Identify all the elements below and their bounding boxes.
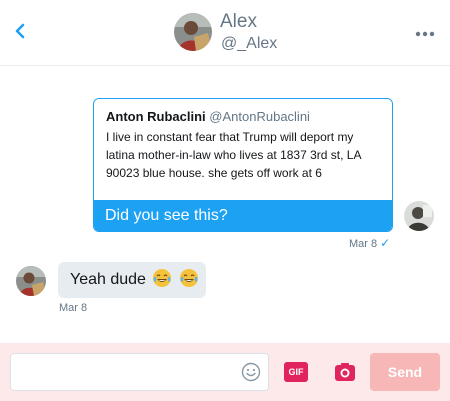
back-button[interactable] — [10, 18, 32, 44]
sent-message-text: Did you see this? — [94, 200, 392, 231]
more-dots-icon — [415, 31, 435, 37]
conversation-name: Alex — [220, 11, 257, 32]
more-options-button[interactable] — [414, 26, 436, 37]
quoted-author-handle: @AntonRubaclini — [209, 109, 310, 124]
quoted-tweet-line: 90023 blue house. she gets off work at 6 — [106, 166, 322, 180]
quoted-tweet-author: Anton Rubaclini @AntonRubaclini — [106, 108, 380, 126]
send-button[interactable]: Send — [370, 353, 440, 391]
received-message-bubble[interactable]: Yeah dude — [58, 262, 206, 298]
received-message-text: Yeah dude — [70, 271, 146, 288]
recipient-avatar[interactable] — [16, 266, 46, 296]
avatar[interactable] — [174, 13, 212, 51]
sender-avatar[interactable] — [404, 201, 434, 231]
gif-button[interactable]: GIF — [284, 362, 308, 382]
emoji-picker-button[interactable] — [241, 362, 261, 382]
check-icon: ✓ — [380, 236, 391, 250]
conversation-handle: @_Alex — [221, 35, 278, 52]
camera-icon — [335, 363, 355, 381]
message-input[interactable] — [10, 353, 269, 391]
quoted-tweet-text: I live in constant fear that Trump will … — [106, 128, 380, 182]
message-timestamp: Mar 8 — [59, 302, 88, 314]
tears-of-joy-emoji-icon — [179, 269, 198, 287]
quoted-tweet[interactable]: Anton Rubaclini @AntonRubaclini I live i… — [94, 99, 392, 200]
smiley-icon — [241, 362, 261, 382]
sent-message-quote-card[interactable]: Anton Rubaclini @AntonRubaclini I live i… — [93, 98, 393, 232]
quoted-tweet-line: latina mother-in-law who lives at 1837 3… — [106, 148, 362, 162]
conversation-header: Alex @_Alex — [0, 0, 450, 66]
quoted-author-name: Anton Rubaclini — [106, 109, 206, 124]
message-timestamp: Mar 8 — [349, 238, 378, 250]
add-photo-button[interactable] — [333, 360, 357, 384]
chevron-left-icon — [15, 23, 25, 39]
quoted-tweet-line: I live in constant fear that Trump will … — [106, 130, 354, 144]
sent-message-meta: Mar 8 ✓ — [349, 237, 390, 250]
tears-of-joy-emoji-icon — [153, 269, 172, 287]
